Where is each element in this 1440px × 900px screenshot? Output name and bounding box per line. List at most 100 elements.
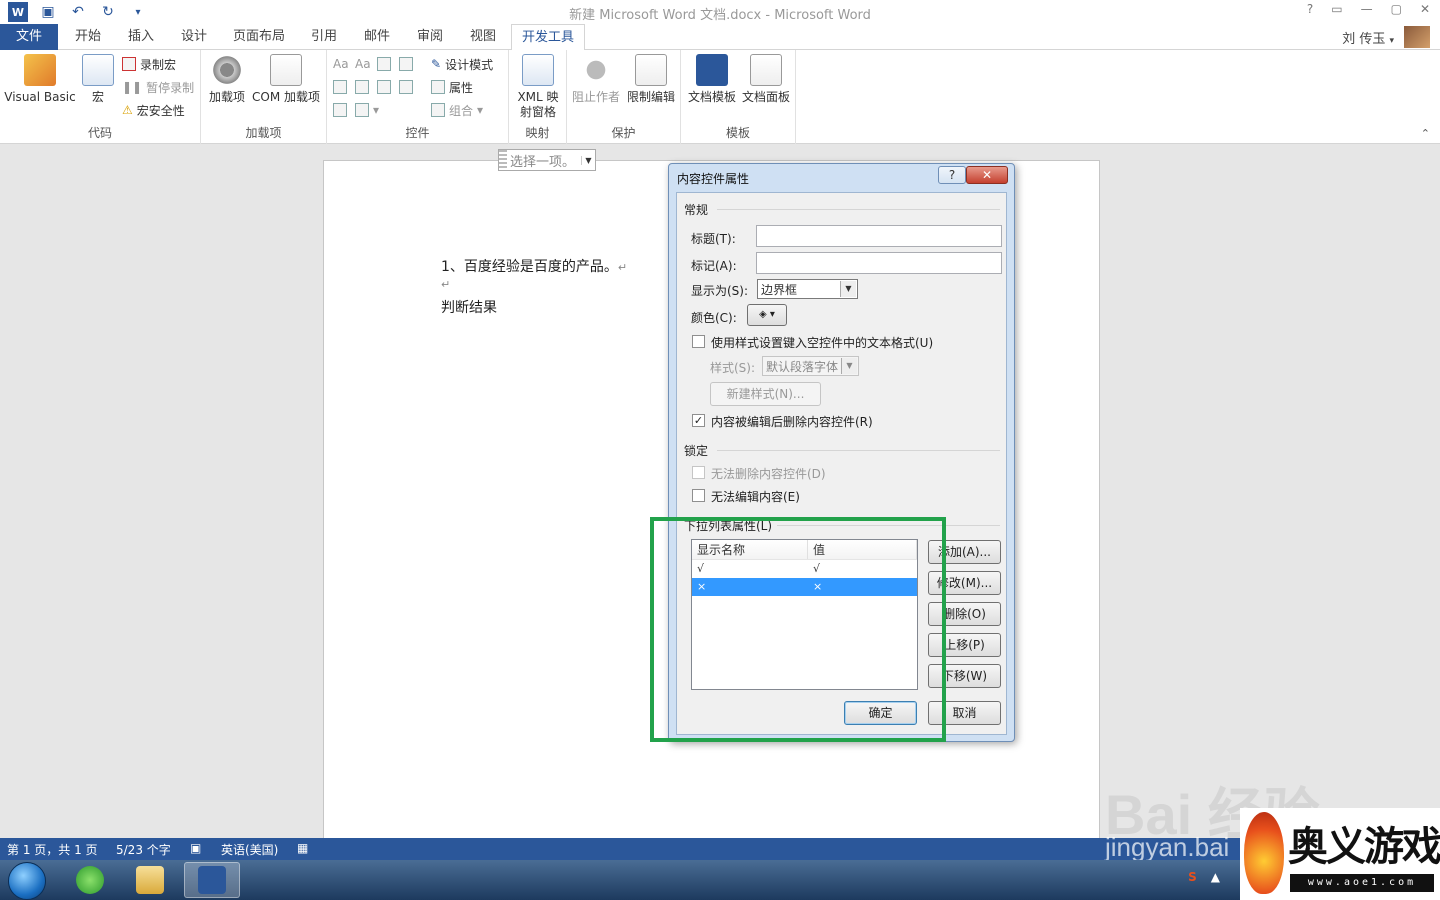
lock-document-icon	[635, 54, 667, 86]
document-panel-icon	[750, 54, 782, 86]
help-icon[interactable]: ?	[1307, 2, 1313, 16]
rich-text-control-icon[interactable]: Aa	[333, 54, 349, 74]
gear-icon	[211, 54, 243, 86]
start-button-icon[interactable]	[8, 862, 46, 900]
taskbar-word[interactable]	[184, 862, 240, 898]
content-control-placeholder: 选择一项。	[510, 154, 576, 170]
use-style-checkbox[interactable]	[692, 335, 705, 348]
properties-button[interactable]: 属性	[431, 77, 473, 97]
record-macro-button[interactable]: 录制宏	[122, 54, 176, 74]
tab-view[interactable]: 视图	[458, 24, 508, 50]
group-label-addins: 加载项	[245, 126, 282, 140]
tray-expand-icon[interactable]: ▲	[1211, 870, 1220, 884]
repeating-section-icon[interactable]	[333, 100, 347, 120]
remove-on-edit-label: 内容被编辑后删除内容控件(R)	[711, 415, 873, 429]
ribbon-tabs: 文件 开始 插入 设计 页面布局 引用 邮件 审阅 视图 开发工具 刘 传玉 ▾	[0, 24, 1440, 51]
ribbon: Visual Basic 宏 录制宏 ❚❚ 暂停录制 ⚠ 宏安全性 代码 加载项 C…	[0, 50, 1440, 144]
com-addins-icon	[270, 54, 302, 86]
page-count[interactable]: 第 1 页，共 1 页	[7, 841, 98, 858]
show-as-select[interactable]: 边界框 ▼	[757, 279, 858, 299]
picture-control-icon[interactable]	[377, 54, 391, 74]
tab-insert[interactable]: 插入	[116, 24, 166, 50]
macros-icon	[82, 54, 114, 86]
group-button[interactable]: 组合 ▾	[431, 100, 483, 120]
group-icon	[431, 103, 445, 117]
taskbar-explorer[interactable]	[122, 862, 178, 898]
xml-mapping-pane-button[interactable]: XML 映 射窗格	[511, 54, 565, 120]
browser-icon	[76, 866, 104, 894]
style-select[interactable]: 默认段落字体 ▼	[762, 356, 859, 376]
plain-text-control-icon[interactable]: Aa	[355, 54, 371, 74]
group-mapping: XML 映 射窗格 映射	[509, 50, 567, 144]
remove-on-edit-checkbox[interactable]: ✓	[692, 414, 705, 427]
word-count[interactable]: 5/23 个字	[116, 841, 171, 858]
collapse-ribbon-icon[interactable]: ⌃	[1421, 127, 1430, 140]
cannot-edit-checkbox[interactable]	[692, 489, 705, 502]
building-block-control-icon[interactable]	[399, 54, 413, 74]
document-template-button[interactable]: 文档模板	[685, 54, 739, 105]
legacy-tools-icon[interactable]: ▾	[355, 100, 379, 120]
group-label-protect: 保护	[611, 126, 636, 140]
show-as-label: 显示为(S):	[691, 284, 749, 298]
macros-button[interactable]: 宏	[80, 54, 116, 105]
checkbox-control-icon[interactable]	[333, 77, 347, 97]
cannot-delete-checkbox[interactable]	[692, 466, 705, 479]
taskbar: S ▲	[0, 860, 1440, 900]
block-authors-button[interactable]: 阻止作者	[569, 54, 623, 105]
new-style-button[interactable]: 新建样式(N)...	[710, 382, 821, 406]
content-control-handle[interactable]	[499, 150, 507, 170]
date-picker-control-icon[interactable]	[399, 77, 413, 97]
group-label-controls: 控件	[405, 126, 430, 140]
help-button[interactable]: ?	[938, 166, 966, 184]
dropdown-control-icon[interactable]	[377, 77, 391, 97]
dropdown-content-control[interactable]: 选择一项。 ▼	[498, 149, 596, 171]
color-picker-button[interactable]: ◈ ▾	[747, 304, 787, 326]
title-input[interactable]	[756, 225, 1002, 247]
language-indicator[interactable]: 英语(美国)	[221, 841, 278, 858]
addins-button[interactable]: 加载项	[205, 54, 249, 105]
tab-developer[interactable]: 开发工具	[511, 24, 585, 51]
close-button[interactable]: ✕	[966, 166, 1008, 184]
document-panel-button[interactable]: 文档面板	[739, 54, 793, 105]
proofing-icon[interactable]: ▣	[190, 841, 201, 855]
taskbar-browser[interactable]	[62, 862, 118, 898]
block-authors-icon	[580, 54, 612, 86]
design-mode-icon: ✎	[431, 57, 442, 71]
style-label: 样式(S):	[710, 361, 756, 375]
title-bar: W ▣ ↶ ↻ ▾ 新建 Microsoft Word 文档.docx - Mi…	[0, 0, 1440, 24]
avatar[interactable]	[1404, 26, 1430, 48]
tab-mailings[interactable]: 邮件	[352, 24, 402, 50]
visual-basic-button[interactable]: Visual Basic	[4, 54, 76, 105]
group-protect: 阻止作者 限制编辑 保护	[567, 50, 681, 144]
tab-design[interactable]: 设计	[168, 24, 220, 50]
chevron-down-icon[interactable]: ▼	[581, 155, 595, 165]
com-addins-button[interactable]: COM 加载项	[249, 54, 323, 105]
document-line-1[interactable]: 1、百度经验是百度的产品。↵	[441, 256, 627, 276]
xml-mapping-icon	[522, 54, 554, 86]
minimize-icon[interactable]: —	[1361, 2, 1373, 16]
design-mode-button[interactable]: ✎ 设计模式	[431, 54, 493, 74]
tab-review[interactable]: 审阅	[404, 24, 456, 50]
baidu-url-watermark: jingyan.bai	[1105, 832, 1230, 862]
restrict-editing-button[interactable]: 限制编辑	[623, 54, 679, 105]
tab-home[interactable]: 开始	[62, 24, 114, 50]
user-account[interactable]: 刘 传玉 ▾	[1342, 28, 1394, 47]
input-method-icon[interactable]: S	[1188, 870, 1197, 884]
close-icon[interactable]: ✕	[1420, 2, 1430, 16]
section-locking: 锁定	[684, 444, 709, 458]
macro-record-icon[interactable]: ▦	[297, 841, 308, 855]
tab-references[interactable]: 引用	[298, 24, 350, 50]
pause-recording-button[interactable]: ❚❚ 暂停录制	[122, 77, 194, 97]
macro-security-button[interactable]: ⚠ 宏安全性	[122, 100, 185, 120]
tag-input[interactable]	[756, 252, 1002, 274]
visual-basic-icon	[24, 54, 56, 86]
tab-page-layout[interactable]: 页面布局	[222, 24, 296, 50]
ribbon-display-icon[interactable]: ▭	[1331, 2, 1342, 16]
combo-box-control-icon[interactable]	[355, 77, 369, 97]
paragraph-mark: ↵	[441, 278, 451, 291]
group-templates: 文档模板 文档面板 模板	[681, 50, 796, 144]
folder-icon	[136, 866, 164, 894]
maximize-icon[interactable]: ▢	[1391, 2, 1402, 16]
document-line-2[interactable]: ↵	[441, 276, 450, 292]
tab-file[interactable]: 文件	[0, 24, 58, 50]
